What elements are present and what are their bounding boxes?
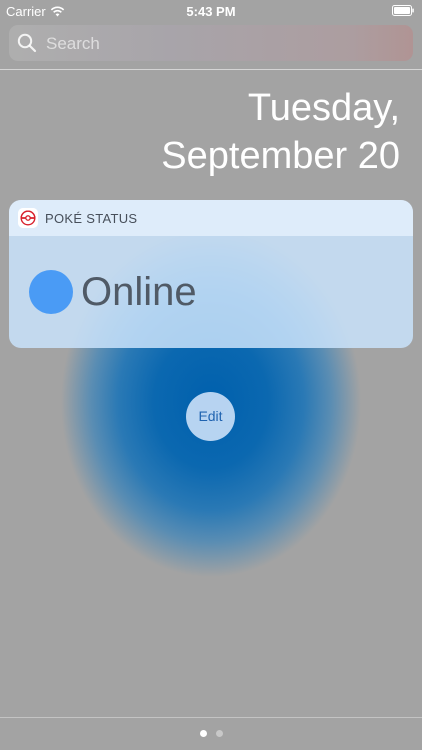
page-dot-current [199, 730, 207, 737]
widget-body: Online [9, 236, 413, 348]
page-dot [215, 730, 223, 737]
widget-header[interactable]: POKÉ STATUS [9, 200, 413, 236]
battery-icon [392, 5, 414, 16]
bottom-divider [0, 717, 422, 718]
status-indicator-dot [29, 270, 73, 314]
search-icon [17, 33, 37, 53]
status-bar: Carrier 5:43 PM [0, 0, 422, 22]
poke-status-widget[interactable]: POKÉ STATUS Online [9, 200, 413, 348]
date-weekday: Tuesday, [247, 87, 400, 129]
page-indicator[interactable] [0, 730, 422, 737]
search-placeholder: Search [46, 34, 100, 53]
date-month-day: September 20 [161, 135, 400, 177]
status-text: Online [81, 270, 197, 314]
date-heading: Tuesday, September 20 [161, 84, 400, 180]
widget-title: POKÉ STATUS [45, 211, 138, 226]
edit-button[interactable]: Edit [186, 392, 235, 441]
search-divider [0, 69, 422, 70]
pokeball-icon [18, 208, 38, 228]
search-bar[interactable]: Search [9, 25, 413, 61]
status-time: 5:43 PM [186, 4, 236, 19]
